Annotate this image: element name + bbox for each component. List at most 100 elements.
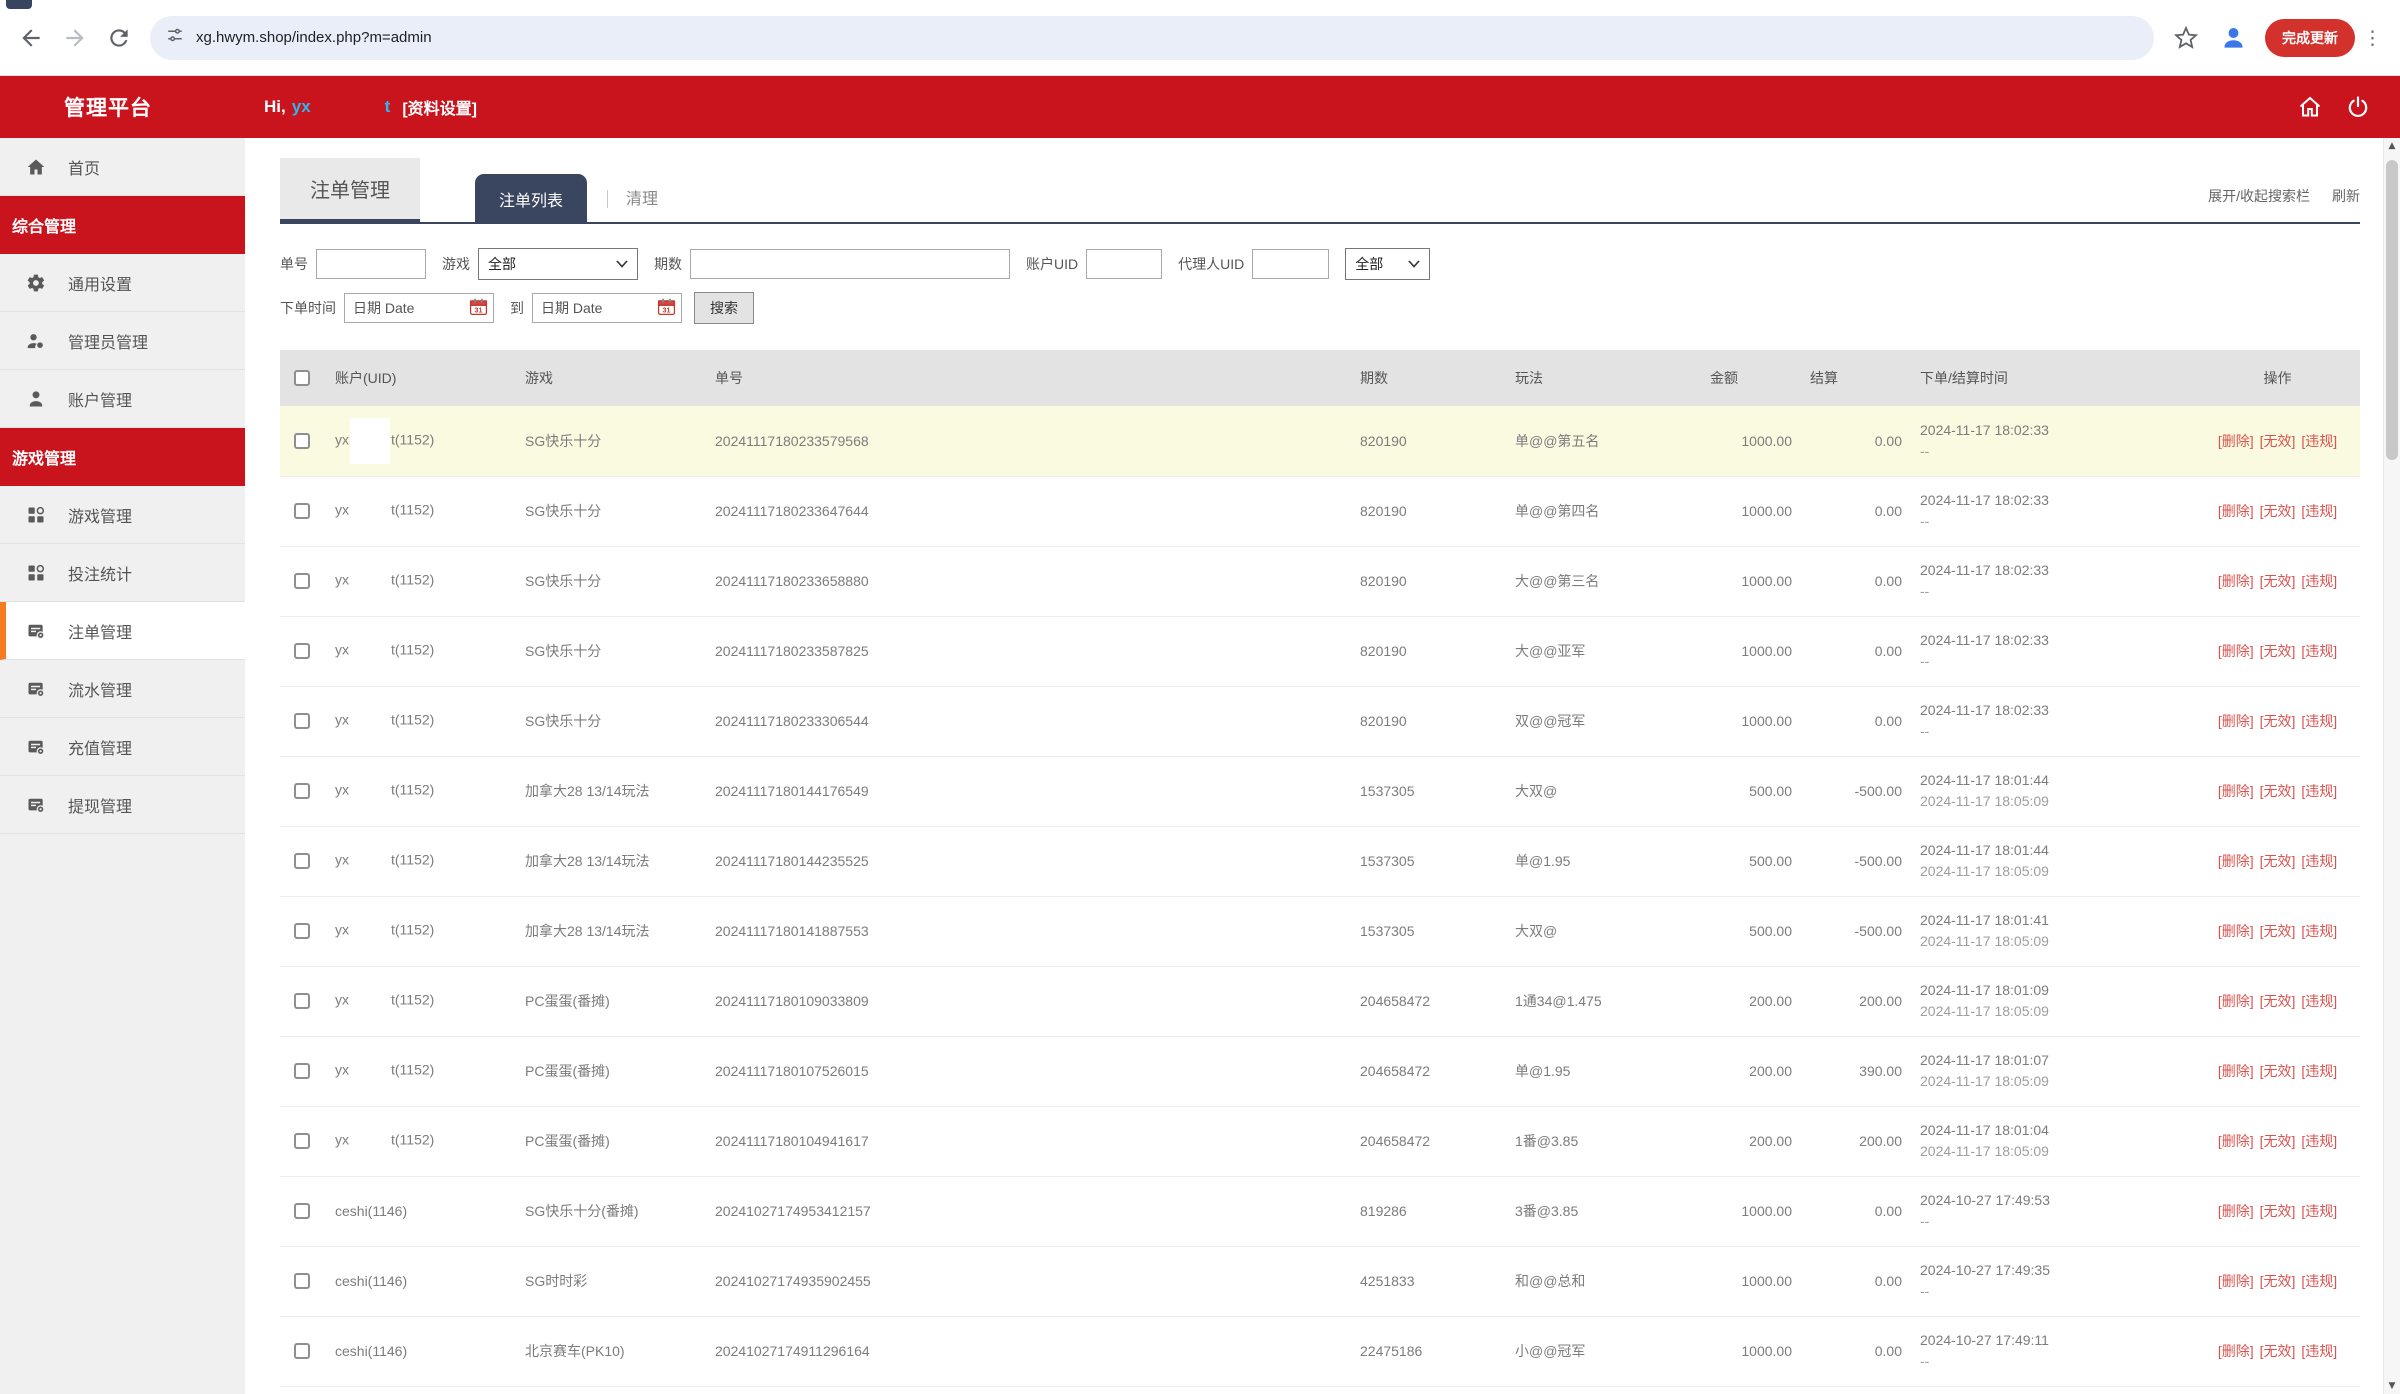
bookmark-star-icon[interactable] [2174,26,2198,50]
tab-order-list[interactable]: 注单列表 [475,174,587,224]
op-delete[interactable]: [删除] [2218,1133,2254,1149]
op-invalid[interactable]: [无效] [2260,503,2296,519]
scrollbar-thumb[interactable] [2386,160,2398,460]
forward-icon[interactable] [62,25,88,51]
op-delete[interactable]: [删除] [2218,433,2254,449]
page-scrollbar[interactable]: ▲ ▼ [2383,138,2400,1394]
op-invalid[interactable]: [无效] [2260,853,2296,869]
row-checkbox[interactable] [294,1133,310,1149]
op-violation[interactable]: [违规] [2301,853,2337,869]
sidebar-item-account-management[interactable]: 账户管理 [0,370,245,428]
row-checkbox[interactable] [294,1273,310,1289]
status-select[interactable]: 全部 [1345,248,1430,280]
row-checkbox[interactable] [294,1063,310,1079]
op-delete[interactable]: [删除] [2218,643,2254,659]
op-invalid[interactable]: [无效] [2260,783,2296,799]
date-to-input[interactable]: 日期 Date 31 [532,293,682,323]
scroll-down-icon[interactable]: ▼ [2384,1378,2400,1394]
back-icon[interactable] [18,25,44,51]
sidebar-item-home[interactable]: 首页 [0,138,245,196]
op-invalid[interactable]: [无效] [2260,993,2296,1009]
profile-avatar-icon[interactable] [2220,24,2247,51]
row-checkbox[interactable] [294,853,310,869]
logout-power-icon[interactable] [2346,95,2370,119]
sidebar-item-flow-management[interactable]: 流水管理 [0,660,245,718]
op-delete[interactable]: [删除] [2218,503,2254,519]
op-delete[interactable]: [删除] [2218,713,2254,729]
row-checkbox[interactable] [294,923,310,939]
calendar-icon[interactable]: 31 [657,297,676,319]
sidebar-item-withdraw-management[interactable]: 提现管理 [0,776,245,834]
date-from-input[interactable]: 日期 Date 31 [344,293,494,323]
calendar-icon[interactable]: 31 [469,297,488,319]
address-bar[interactable]: xg.hwym.shop/index.php?m=admin [150,16,2154,60]
op-invalid[interactable]: [无效] [2260,713,2296,729]
op-invalid[interactable]: [无效] [2260,573,2296,589]
op-invalid[interactable]: [无效] [2260,1063,2296,1079]
op-delete[interactable]: [删除] [2218,1203,2254,1219]
op-delete[interactable]: [删除] [2218,1063,2254,1079]
op-violation[interactable]: [违规] [2301,993,2337,1009]
op-violation[interactable]: [违规] [2301,503,2337,519]
account-name: t(1152) [391,431,434,447]
op-delete[interactable]: [删除] [2218,993,2254,1009]
row-checkbox[interactable] [294,643,310,659]
reload-icon[interactable] [106,25,132,51]
refresh-link[interactable]: 刷新 [2332,186,2360,206]
select-all-checkbox[interactable] [294,370,310,386]
toggle-search-link[interactable]: 展开/收起搜索栏 [2208,186,2310,206]
op-violation[interactable]: [违规] [2301,1133,2337,1149]
op-delete[interactable]: [删除] [2218,923,2254,939]
row-checkbox[interactable] [294,433,310,449]
op-delete[interactable]: [删除] [2218,783,2254,799]
row-checkbox[interactable] [294,1203,310,1219]
op-violation[interactable]: [违规] [2301,573,2337,589]
op-violation[interactable]: [违规] [2301,783,2337,799]
op-violation[interactable]: [违规] [2301,1203,2337,1219]
home-icon[interactable] [2298,95,2322,119]
row-checkbox[interactable] [294,993,310,1009]
sidebar-item-game-management[interactable]: 游戏管理 [0,486,245,544]
operations-cell: [删除] [无效] [违规] [2195,966,2360,1036]
profile-settings-link[interactable]: [资料设置] [402,95,477,119]
op-invalid[interactable]: [无效] [2260,1203,2296,1219]
op-invalid[interactable]: [无效] [2260,923,2296,939]
sidebar-item-recharge-management[interactable]: 充值管理 [0,718,245,776]
op-violation[interactable]: [违规] [2301,713,2337,729]
tab-clean[interactable]: 清理 [610,172,674,222]
browser-menu-icon[interactable]: ⋮ [2363,27,2382,49]
op-invalid[interactable]: [无效] [2260,433,2296,449]
row-checkbox[interactable] [294,573,310,589]
op-delete[interactable]: [删除] [2218,1343,2254,1359]
row-checkbox[interactable] [294,503,310,519]
game-select[interactable]: 全部 [478,248,638,280]
sidebar-item-admin-management[interactable]: 管理员管理 [0,312,245,370]
op-invalid[interactable]: [无效] [2260,643,2296,659]
agent-uid-input[interactable] [1252,249,1329,279]
op-invalid[interactable]: [无效] [2260,1133,2296,1149]
op-delete[interactable]: [删除] [2218,853,2254,869]
row-checkbox[interactable] [294,783,310,799]
op-invalid[interactable]: [无效] [2260,1343,2296,1359]
op-violation[interactable]: [违规] [2301,1063,2337,1079]
account-uid-input[interactable] [1086,249,1162,279]
order-no-input[interactable] [316,249,426,279]
row-checkbox[interactable] [294,1343,310,1359]
site-settings-icon[interactable] [166,26,184,49]
op-violation[interactable]: [违规] [2301,1343,2337,1359]
op-violation[interactable]: [违规] [2301,1273,2337,1289]
op-violation[interactable]: [违规] [2301,433,2337,449]
op-violation[interactable]: [违规] [2301,923,2337,939]
op-invalid[interactable]: [无效] [2260,1273,2296,1289]
sidebar-item-order-management[interactable]: 注单管理 [0,602,245,660]
op-delete[interactable]: [删除] [2218,1273,2254,1289]
op-violation[interactable]: [违规] [2301,643,2337,659]
period-input[interactable] [690,249,1010,279]
sidebar-item-general-settings[interactable]: 通用设置 [0,254,245,312]
search-button[interactable]: 搜索 [694,292,754,324]
row-checkbox[interactable] [294,713,310,729]
op-delete[interactable]: [删除] [2218,573,2254,589]
chrome-update-button[interactable]: 完成更新 [2265,19,2355,57]
sidebar-item-bet-statistics[interactable]: 投注统计 [0,544,245,602]
scroll-up-icon[interactable]: ▲ [2384,138,2400,154]
